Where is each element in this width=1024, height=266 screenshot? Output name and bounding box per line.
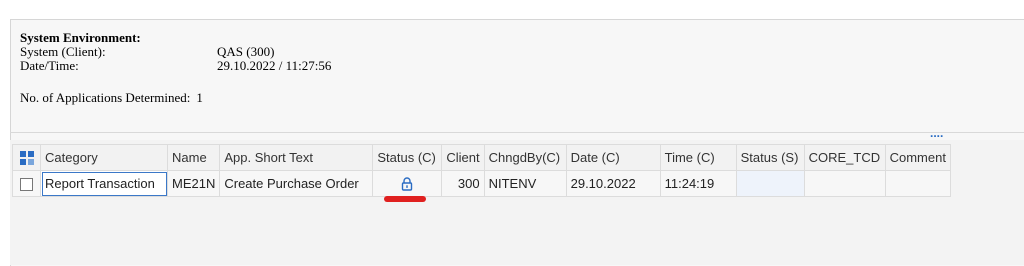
cell-category[interactable]: Report Transaction	[40, 170, 168, 197]
datetime-row: Date/Time: 29.10.2022 / 11:27:56	[20, 59, 331, 73]
system-label: System (Client):	[20, 44, 106, 59]
cell-short-text[interactable]: Create Purchase Order	[219, 170, 374, 197]
cell-core-tcd[interactable]	[803, 170, 886, 197]
col-time[interactable]: Time (C)	[659, 144, 737, 171]
cell-status-s[interactable]	[735, 170, 805, 197]
datetime-label: Date/Time:	[20, 58, 79, 73]
col-category[interactable]: Category	[40, 144, 168, 171]
cell-status-c[interactable]	[372, 170, 443, 197]
col-comment[interactable]: Comment	[884, 144, 951, 171]
cell-client[interactable]: 300	[441, 170, 485, 197]
section-title: System Environment:	[20, 30, 141, 45]
apps-label: No. of Applications Determined:	[20, 90, 191, 105]
applications-table: Category Name App. Short Text Status (C)…	[12, 144, 951, 197]
cell-time[interactable]: 11:24:19	[659, 170, 737, 197]
col-name[interactable]: Name	[166, 144, 221, 171]
datetime-value: 29.10.2022 / 11:27:56	[217, 58, 332, 73]
system-value: QAS (300)	[217, 44, 275, 59]
layout-icon	[19, 150, 35, 166]
col-short-text[interactable]: App. Short Text	[219, 144, 374, 171]
layout-button[interactable]	[12, 144, 41, 171]
apps-row: No. of Applications Determined: 1	[20, 91, 331, 105]
col-date[interactable]: Date (C)	[565, 144, 661, 171]
cell-name[interactable]: ME21N	[166, 170, 221, 197]
row-checkbox[interactable]	[20, 178, 33, 192]
cell-date[interactable]: 29.10.2022	[565, 170, 661, 197]
col-core-tcd[interactable]: CORE_TCD	[803, 144, 886, 171]
red-annotation-underline	[384, 196, 426, 202]
splitter-handle[interactable]: ....	[930, 127, 943, 139]
lock-icon	[402, 177, 413, 191]
col-status-s[interactable]: Status (S)	[735, 144, 805, 171]
cell-changed-by[interactable]: NITENV	[483, 170, 567, 197]
splitter[interactable]	[10, 132, 1024, 133]
cell-comment[interactable]	[884, 170, 951, 197]
col-client[interactable]: Client	[441, 144, 485, 171]
row-selector[interactable]	[12, 170, 41, 197]
col-status-c[interactable]: Status (C)	[372, 144, 443, 171]
table-header-row: Category Name App. Short Text Status (C)…	[12, 144, 951, 171]
col-changed-by[interactable]: ChngdBy(C)	[483, 144, 567, 171]
system-row: System (Client): QAS (300)	[20, 45, 331, 59]
system-environment-section: System Environment: System (Client): QAS…	[20, 31, 331, 105]
apps-value: 1	[196, 90, 203, 105]
table-row[interactable]: Report Transaction ME21N Create Purchase…	[12, 170, 951, 197]
